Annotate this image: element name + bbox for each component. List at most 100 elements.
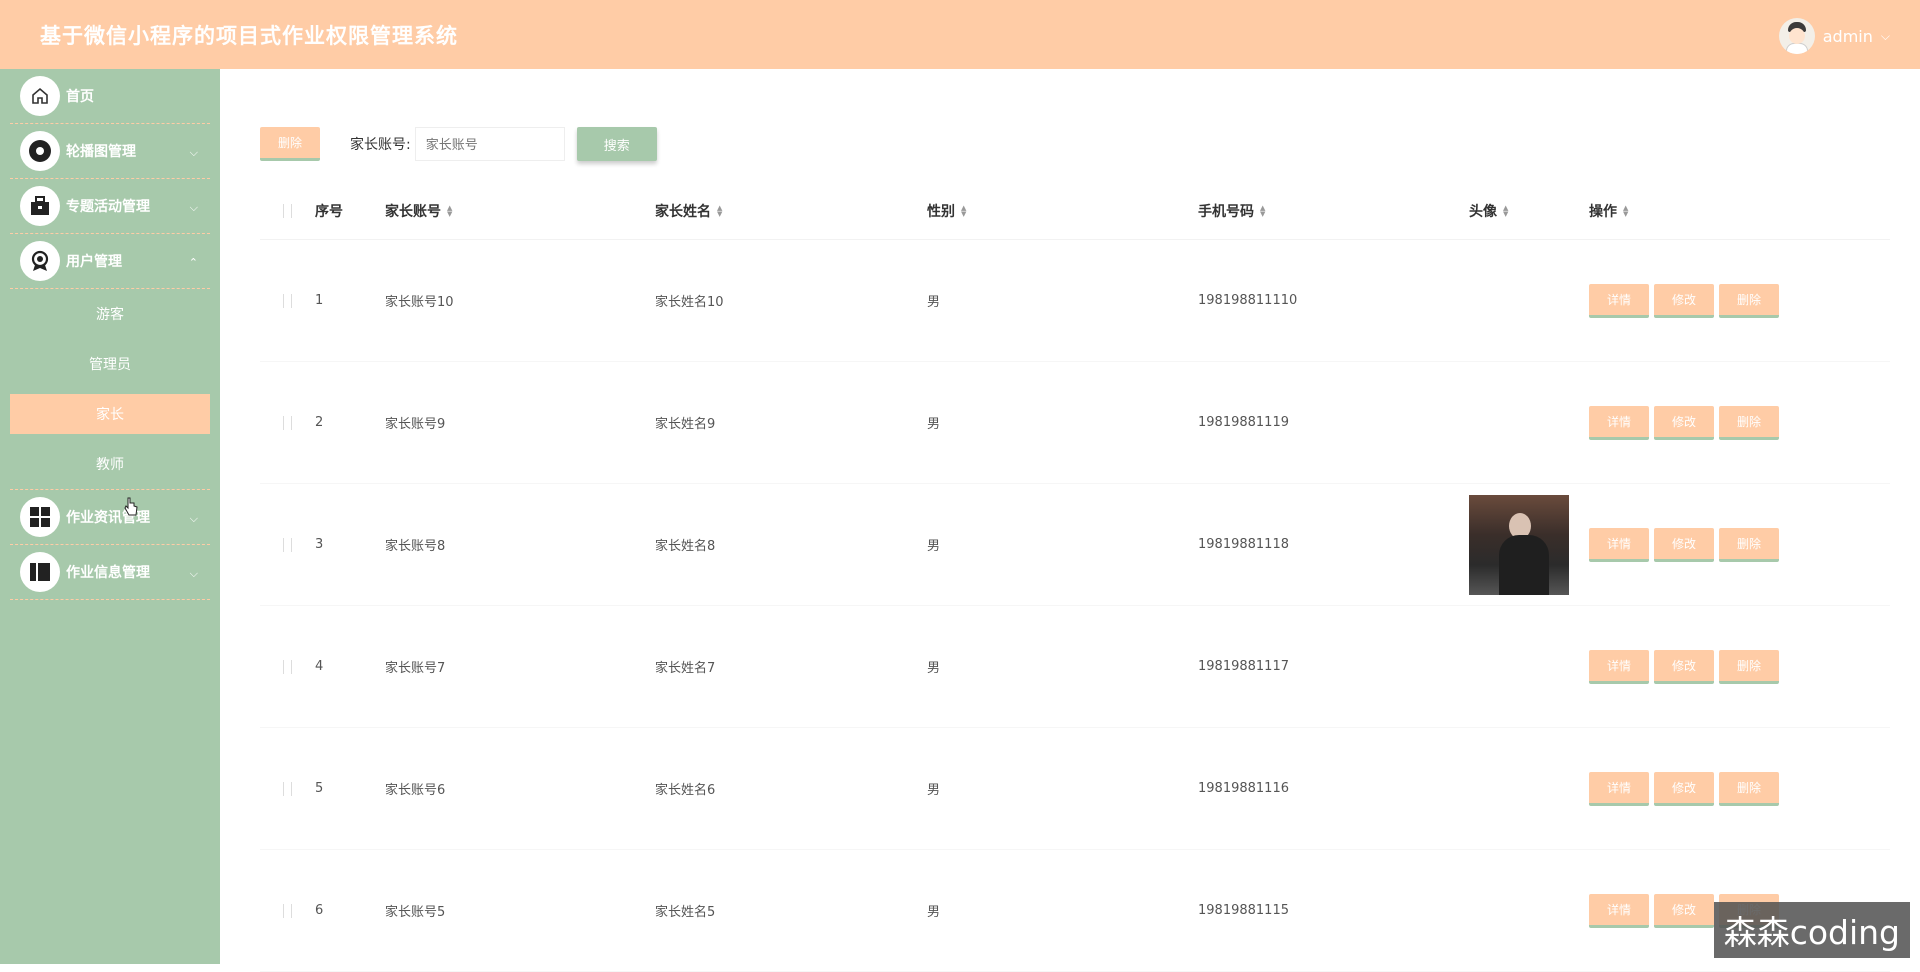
search-label: 家长账号: bbox=[350, 137, 411, 153]
table-row: 4 家长账号7 家长姓名7 男 19819881117 详情 修改 删除 bbox=[260, 606, 1890, 728]
avatar[interactable] bbox=[1778, 18, 1815, 54]
cell-ops: 详情 修改 删除 bbox=[1589, 649, 1889, 684]
sort-icon: ▲ ▼ bbox=[447, 203, 453, 218]
delete-button[interactable]: 删除 bbox=[1719, 649, 1779, 684]
app-title: 基于微信小程序的项目式作业权限管理系统 bbox=[40, 24, 458, 48]
sidebar-item-homework-info[interactable]: 作业信息管理 ⌵ bbox=[10, 545, 210, 600]
table-row: 5 家长账号6 家长姓名6 男 19819881116 详情 修改 删除 bbox=[260, 728, 1890, 850]
sort-icon: ▲ ▼ bbox=[717, 203, 723, 218]
detail-button[interactable]: 详情 bbox=[1589, 283, 1649, 318]
cell-avatar bbox=[1469, 494, 1589, 595]
edit-button[interactable]: 修改 bbox=[1654, 283, 1714, 318]
table-row: 3 家长账号8 家长姓名8 男 19819881118 详情 修改 删除 bbox=[260, 484, 1890, 606]
delete-button[interactable]: 删除 bbox=[1719, 283, 1779, 318]
cell-phone: 19819881115 bbox=[1198, 903, 1289, 918]
sidebar: 首页 轮播图管理 ⌵ 专题活动管理 ⌵ 用户管理 ⌃ 游客 管理员 家长 教师 … bbox=[0, 69, 220, 964]
sidebar-item-homework-news[interactable]: 作业资讯管理 ⌵ bbox=[10, 490, 210, 545]
sidebar-item-home[interactable]: 首页 bbox=[10, 69, 210, 124]
cell-name: 家长姓名8 bbox=[655, 539, 716, 554]
row-checkbox[interactable] bbox=[260, 537, 315, 552]
select-all-checkbox[interactable] bbox=[260, 203, 315, 218]
chevron-down-icon: ⌵ bbox=[189, 201, 198, 214]
cell-phone: 19819881118 bbox=[1198, 537, 1289, 552]
grid-icon bbox=[20, 497, 60, 537]
sort-icon: ▲ ▼ bbox=[1503, 203, 1509, 218]
watermark: 森森coding bbox=[1713, 902, 1910, 958]
cell-ops: 详情 修改 删除 bbox=[1589, 405, 1889, 440]
row-checkbox[interactable] bbox=[260, 293, 315, 308]
sidebar-item-carousel[interactable]: 轮播图管理 ⌵ bbox=[10, 124, 210, 179]
search-button[interactable]: 搜索 bbox=[576, 127, 657, 161]
carousel-icon bbox=[20, 131, 60, 171]
sidebar-item-users[interactable]: 用户管理 ⌃ bbox=[10, 234, 210, 289]
chevron-down-icon: ⌵ bbox=[189, 567, 198, 580]
cell-account: 家长账号5 bbox=[385, 905, 446, 920]
delete-button[interactable]: 删除 bbox=[1719, 527, 1779, 562]
cell-sex: 男 bbox=[927, 783, 941, 798]
submenu-item-admin[interactable]: 管理员 bbox=[10, 339, 210, 389]
briefcase-icon bbox=[20, 186, 60, 226]
cell-sex: 男 bbox=[927, 905, 941, 920]
row-checkbox[interactable] bbox=[260, 415, 315, 430]
header-account[interactable]: 家长账号 ▲ ▼ bbox=[385, 201, 655, 221]
table-row: 1 家长账号10 家长姓名10 男 198198811110 详情 修改 删除 bbox=[260, 240, 1890, 362]
row-checkbox[interactable] bbox=[260, 903, 315, 918]
cell-name: 家长姓名5 bbox=[655, 905, 716, 920]
cell-name: 家长姓名9 bbox=[655, 417, 716, 432]
header-avatar[interactable]: 头像 ▲ ▼ bbox=[1469, 201, 1589, 221]
header-sex[interactable]: 性别 ▲ ▼ bbox=[927, 201, 1198, 221]
cell-name: 家长姓名10 bbox=[655, 295, 724, 310]
cell-account: 家长账号10 bbox=[385, 295, 454, 310]
detail-button[interactable]: 详情 bbox=[1589, 649, 1649, 684]
home-icon bbox=[20, 76, 60, 116]
username[interactable]: admin bbox=[1823, 27, 1873, 46]
detail-button[interactable]: 详情 bbox=[1589, 527, 1649, 562]
header-ops[interactable]: 操作 ▲ ▼ bbox=[1589, 201, 1889, 221]
hand-cursor-icon bbox=[124, 497, 138, 516]
sort-icon: ▲ ▼ bbox=[1623, 203, 1629, 218]
chevron-up-icon: ⌃ bbox=[188, 256, 198, 269]
cell-sex: 男 bbox=[927, 661, 941, 676]
edit-button[interactable]: 修改 bbox=[1654, 771, 1714, 806]
row-checkbox[interactable] bbox=[260, 781, 315, 796]
cell-name: 家长姓名6 bbox=[655, 783, 716, 798]
edit-button[interactable]: 修改 bbox=[1654, 405, 1714, 440]
sidebar-item-label: 首页 bbox=[66, 89, 94, 105]
submenu-item-parent[interactable]: 家长 bbox=[10, 394, 210, 434]
detail-button[interactable]: 详情 bbox=[1589, 405, 1649, 440]
cell-sex: 男 bbox=[927, 539, 941, 554]
cell-account: 家长账号9 bbox=[385, 417, 446, 432]
user-menu[interactable]: admin ⌵ bbox=[1778, 18, 1890, 54]
cell-index: 2 bbox=[315, 415, 324, 430]
users-submenu: 游客 管理员 家长 教师 bbox=[10, 289, 210, 490]
chevron-down-icon: ⌵ bbox=[189, 146, 198, 159]
sort-icon: ▲ ▼ bbox=[961, 203, 967, 218]
edit-button[interactable]: 修改 bbox=[1654, 527, 1714, 562]
chevron-down-icon[interactable]: ⌵ bbox=[1881, 29, 1890, 44]
cell-ops: 详情 修改 删除 bbox=[1589, 527, 1889, 562]
header-name[interactable]: 家长姓名 ▲ ▼ bbox=[655, 201, 927, 221]
delete-button[interactable]: 删除 bbox=[1719, 405, 1779, 440]
sidebar-item-label: 作业信息管理 bbox=[66, 565, 150, 581]
chevron-down-icon: ⌵ bbox=[189, 512, 198, 525]
cell-sex: 男 bbox=[927, 417, 941, 432]
detail-button[interactable]: 详情 bbox=[1589, 893, 1649, 928]
sidebar-item-activity[interactable]: 专题活动管理 ⌵ bbox=[10, 179, 210, 234]
main-content: 删除 家长账号: 搜索 序号 家长账号▲▼ 家长姓名▲▼ 性别▲▼ 手机号码▲▼… bbox=[220, 69, 1920, 972]
cell-phone: 19819881116 bbox=[1198, 781, 1289, 796]
batch-delete-button[interactable]: 删除 bbox=[260, 127, 320, 161]
edit-button[interactable]: 修改 bbox=[1654, 649, 1714, 684]
sort-icon: ▲ ▼ bbox=[1260, 203, 1266, 218]
cell-index: 1 bbox=[315, 293, 324, 308]
delete-button[interactable]: 删除 bbox=[1719, 771, 1779, 806]
cell-phone: 19819881119 bbox=[1198, 415, 1289, 430]
sidebar-item-label: 用户管理 bbox=[66, 254, 122, 270]
edit-button[interactable]: 修改 bbox=[1654, 893, 1714, 928]
search-input[interactable] bbox=[414, 127, 565, 161]
row-checkbox[interactable] bbox=[260, 659, 315, 674]
detail-button[interactable]: 详情 bbox=[1589, 771, 1649, 806]
submenu-item-visitor[interactable]: 游客 bbox=[10, 289, 210, 339]
submenu-item-teacher[interactable]: 教师 bbox=[10, 439, 210, 489]
header-phone[interactable]: 手机号码 ▲ ▼ bbox=[1198, 201, 1469, 221]
toolbar: 删除 家长账号: 搜索 bbox=[260, 127, 657, 161]
